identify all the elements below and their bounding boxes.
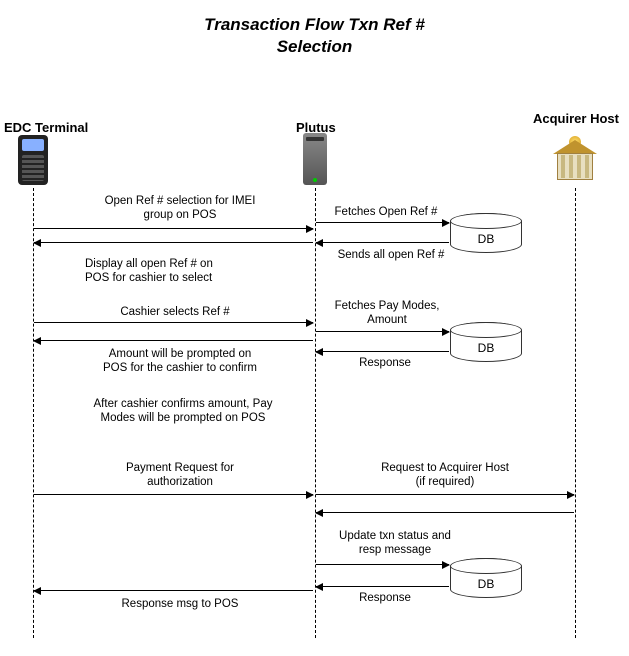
arrow-db-to-plutus-1: [316, 242, 449, 243]
db-cylinder-1: DB: [450, 213, 522, 253]
arrow-plutus-to-db-2: [316, 331, 449, 332]
arrow-plutus-to-edc-2: [34, 340, 313, 341]
title-line2: Selection: [277, 37, 353, 56]
db-label: DB: [451, 341, 521, 355]
arrow-edc-to-plutus-2: [34, 322, 313, 323]
title-line1: Transaction Flow Txn Ref #: [204, 15, 425, 34]
lifeline-acquirer: [575, 188, 576, 638]
msg-fetches-open-ref: Fetches Open Ref #: [326, 206, 446, 220]
lane-edc-terminal: EDC Terminal: [4, 120, 88, 135]
arrow-plutus-to-edc-1: [34, 242, 313, 243]
msg-sends-open-ref: Sends all open Ref #: [326, 249, 456, 263]
edc-terminal-icon: [18, 135, 48, 185]
msg-request-acquirer: Request to Acquirer Host (if required): [355, 462, 535, 490]
lifeline-edc: [33, 188, 34, 638]
msg-display-open-ref: Display all open Ref # on POS for cashie…: [85, 258, 265, 286]
arrow-plutus-to-db-1: [316, 222, 449, 223]
arrow-db-to-plutus-2: [316, 351, 449, 352]
msg-cashier-selects: Cashier selects Ref #: [95, 306, 255, 320]
arrow-plutus-to-edc-3: [34, 590, 313, 591]
arrow-acquirer-to-plutus: [316, 512, 574, 513]
db-cylinder-2: DB: [450, 322, 522, 362]
msg-after-confirm: After cashier confirms amount, Pay Modes…: [68, 398, 298, 426]
msg-response-2: Response: [345, 592, 425, 606]
msg-amount-prompted: Amount will be prompted on POS for the c…: [80, 348, 280, 376]
arrow-plutus-to-acquirer: [316, 494, 574, 495]
db-label: DB: [451, 577, 521, 591]
msg-open-ref-selection: Open Ref # selection for IMEI group on P…: [85, 195, 275, 223]
msg-response-1: Response: [345, 357, 425, 371]
arrow-plutus-to-db-3: [316, 564, 449, 565]
bank-icon: [553, 140, 597, 180]
lane-acquirer-host: Acquirer Host: [533, 111, 619, 126]
msg-fetches-paymodes: Fetches Pay Modes, Amount: [322, 300, 452, 328]
db-label: DB: [451, 232, 521, 246]
arrow-edc-to-plutus-3: [34, 494, 313, 495]
msg-update-txn: Update txn status and resp message: [325, 530, 465, 558]
db-cylinder-3: DB: [450, 558, 522, 598]
msg-payment-request: Payment Request for authorization: [100, 462, 260, 490]
server-icon: [303, 133, 327, 185]
arrow-db-to-plutus-3: [316, 586, 449, 587]
lifeline-plutus: [315, 188, 316, 638]
msg-response-pos: Response msg to POS: [100, 598, 260, 612]
diagram-title: Transaction Flow Txn Ref # Selection: [0, 0, 629, 58]
arrow-edc-to-plutus-1: [34, 228, 313, 229]
